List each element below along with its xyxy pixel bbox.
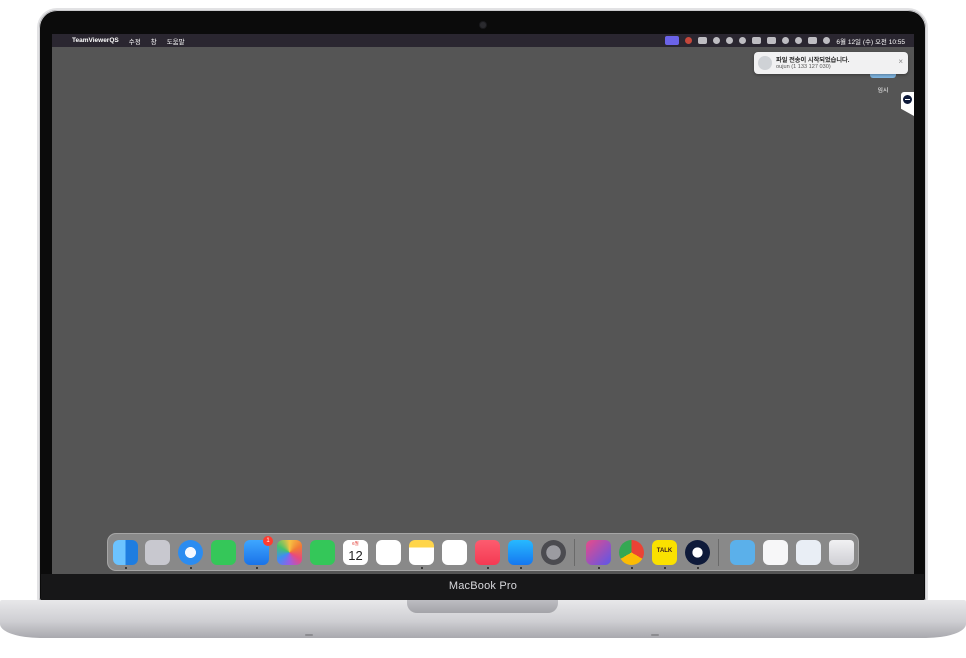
mail-icon[interactable]: 1 xyxy=(244,536,273,565)
file-transfer-notification[interactable]: 파일 전송이 시작되었습니다. oujun (1 133 127 030) × xyxy=(754,52,908,74)
trash-icon[interactable] xyxy=(829,540,854,565)
calendar-month: 6월 xyxy=(343,540,368,547)
photos-icon[interactable] xyxy=(277,540,302,565)
menu-window[interactable]: 창 xyxy=(151,36,157,46)
dock-separator xyxy=(718,539,719,566)
music-icon[interactable] xyxy=(475,540,500,565)
teamviewer-running-dot xyxy=(697,567,699,569)
mail-unread-badge: 1 xyxy=(263,536,273,546)
teamviewer-logo-icon xyxy=(903,95,912,104)
shortcuts-running-dot xyxy=(598,567,600,569)
time-machine-icon[interactable] xyxy=(739,37,747,44)
reminders-icon[interactable] xyxy=(376,540,401,565)
app-store-icon[interactable] xyxy=(508,540,533,565)
screen-share-status-icon[interactable] xyxy=(665,36,680,45)
system-settings-icon[interactable] xyxy=(541,540,566,565)
music-running-dot xyxy=(487,567,489,569)
laptop-foot xyxy=(305,634,313,636)
record-status-icon[interactable] xyxy=(685,37,693,44)
dock: 1 6월 12 TALK xyxy=(107,533,859,571)
safari-running-dot xyxy=(190,567,192,569)
app-store-running-dot xyxy=(520,567,522,569)
battery-icon[interactable] xyxy=(767,37,777,44)
shortcuts-icon[interactable] xyxy=(586,540,611,565)
launchpad-icon[interactable] xyxy=(145,540,170,565)
spotlight-search-icon[interactable] xyxy=(795,37,803,44)
wifi-icon[interactable] xyxy=(782,37,790,44)
screen: TeamViewerQS 수정 창 도움말 6월 12일 (수) 오전 10:5… xyxy=(52,34,914,574)
calendar-icon[interactable]: 6월 12 xyxy=(343,540,368,565)
messages-icon[interactable] xyxy=(211,540,236,565)
notes-running-dot xyxy=(421,567,423,569)
menubar-clock[interactable]: 6월 12일 (수) 오전 10:55 xyxy=(836,36,905,46)
teamviewer-side-panel-tab[interactable] xyxy=(901,92,914,116)
notification-close-button[interactable]: × xyxy=(898,58,903,66)
kakaotalk-label: TALK xyxy=(656,548,673,554)
dock-separator xyxy=(574,539,575,566)
document-stack-icon[interactable] xyxy=(763,540,788,565)
notes-icon[interactable] xyxy=(409,540,434,565)
notification-title: 파일 전송이 시작되었습니다. xyxy=(776,57,850,64)
teamviewer-status-icon[interactable] xyxy=(726,37,734,44)
laptop-foot xyxy=(651,634,659,636)
teamviewer-icon[interactable] xyxy=(685,540,710,565)
kakaotalk-running-dot xyxy=(664,567,666,569)
kakaotalk-icon[interactable]: TALK xyxy=(652,540,677,565)
menu-help[interactable]: 도움말 xyxy=(167,36,185,46)
device-model-label: MacBook Pro xyxy=(448,580,518,592)
keyboard-input-icon[interactable] xyxy=(752,37,762,44)
desktop-folder-label[interactable]: 임시 xyxy=(872,85,894,94)
safari-icon[interactable] xyxy=(178,540,203,565)
notification-subtitle: oujun (1 133 127 030) xyxy=(776,64,831,70)
mail-running-dot xyxy=(256,567,258,569)
chrome-running-dot xyxy=(631,567,633,569)
control-center-icon[interactable] xyxy=(808,37,818,44)
screenshot-stack-icon[interactable] xyxy=(796,540,821,565)
calendar-day: 12 xyxy=(348,548,363,563)
finder-running-dot xyxy=(125,567,127,569)
app-menu-teamviewerqs[interactable]: TeamViewerQS xyxy=(72,37,119,44)
facetime-icon[interactable] xyxy=(310,540,335,565)
chrome-icon[interactable] xyxy=(619,540,644,565)
menu-bar: TeamViewerQS 수정 창 도움말 6월 12일 (수) 오전 10:5… xyxy=(52,34,914,47)
user-avatar-icon xyxy=(758,56,772,70)
app-status-icon[interactable] xyxy=(713,37,721,44)
downloads-folder-icon[interactable] xyxy=(730,540,755,565)
finder-icon[interactable] xyxy=(113,540,138,565)
siri-icon[interactable] xyxy=(823,37,831,44)
menu-edit[interactable]: 수정 xyxy=(129,36,141,46)
webcam xyxy=(480,22,486,28)
freeform-icon[interactable] xyxy=(442,540,467,565)
base-notch xyxy=(407,600,558,613)
clipboard-status-icon[interactable] xyxy=(698,37,708,44)
